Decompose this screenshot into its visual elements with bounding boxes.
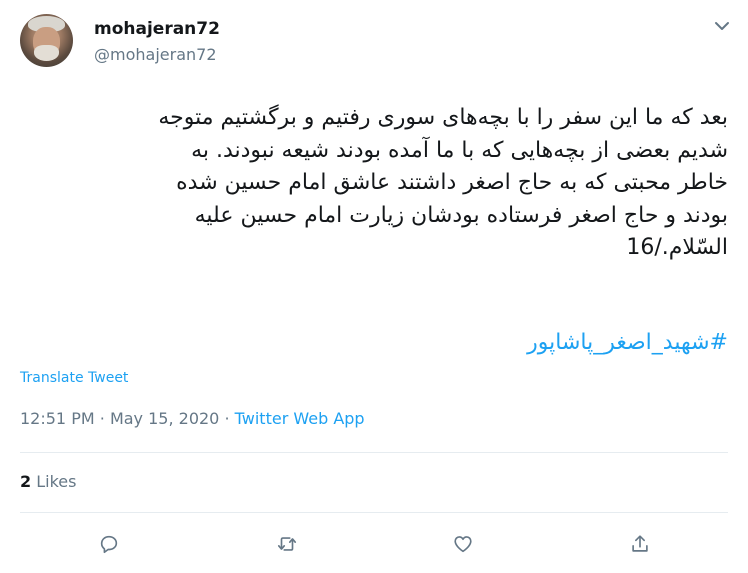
avatar-beard <box>34 45 59 61</box>
translate-tweet-link[interactable]: Translate Tweet <box>20 370 128 386</box>
meta-separator: · <box>224 409 230 428</box>
author-name[interactable]: mohajeran72 <box>94 19 220 39</box>
likes-stat[interactable]: 2 Likes <box>20 472 76 491</box>
author-handle[interactable]: @mohajeran72 <box>94 45 217 64</box>
share-icon <box>632 535 648 552</box>
chevron-down-icon <box>715 22 729 30</box>
source-app-link[interactable]: Twitter Web App <box>235 409 365 428</box>
reply-icon <box>100 535 118 554</box>
tweet-metadata: 12:51 PM · May 15, 2020 · Twitter Web Ap… <box>20 409 365 428</box>
divider <box>20 512 728 513</box>
heart-icon <box>454 536 472 553</box>
tweet-text: بعد که ما این سفر را با بچه‌های سوری رفت… <box>158 105 728 260</box>
likes-count: 2 <box>20 472 32 491</box>
likes-label: Likes <box>36 472 77 491</box>
tweet-date[interactable]: May 15, 2020 <box>110 409 219 428</box>
retweet-icon <box>277 537 297 551</box>
reply-button[interactable] <box>95 530 123 558</box>
retweet-button[interactable] <box>273 530 301 558</box>
avatar[interactable] <box>20 14 73 67</box>
share-button[interactable] <box>626 530 654 558</box>
hashtag-link[interactable]: #شهید_اصغر_پاشاپور <box>20 324 728 362</box>
meta-separator: · <box>99 409 105 428</box>
more-options-button[interactable] <box>710 14 734 38</box>
tweet-time[interactable]: 12:51 PM <box>20 409 95 428</box>
like-button[interactable] <box>449 530 477 558</box>
divider <box>20 452 728 453</box>
